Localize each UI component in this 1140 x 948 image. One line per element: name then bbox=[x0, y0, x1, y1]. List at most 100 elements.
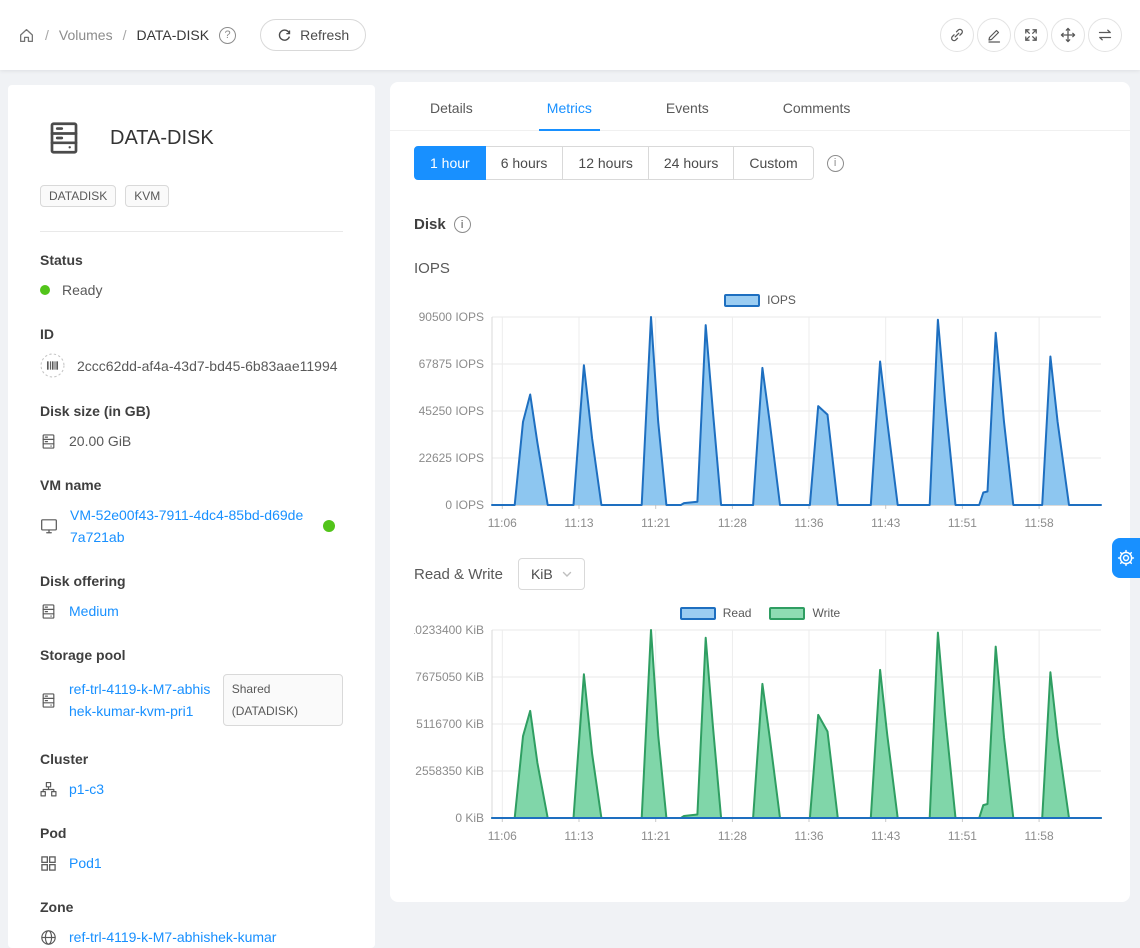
svg-text:45250 IOPS: 45250 IOPS bbox=[419, 404, 484, 418]
range-custom[interactable]: Custom bbox=[733, 146, 813, 180]
pod-link[interactable]: Pod1 bbox=[69, 852, 102, 874]
field-id: ID 2ccc62dd-af4a-43d7-bd45-6b83aae11994 bbox=[40, 326, 343, 378]
fullscreen-icon bbox=[1023, 27, 1039, 43]
svg-text:11:28: 11:28 bbox=[718, 829, 747, 843]
tab-details[interactable]: Details bbox=[414, 82, 489, 130]
tab-comments[interactable]: Comments bbox=[767, 82, 867, 130]
svg-text:11:58: 11:58 bbox=[1025, 829, 1054, 843]
svg-text:11:36: 11:36 bbox=[794, 829, 823, 843]
storage-pool-link[interactable]: ref-trl-4119-k-M7-abhishek-kumar-kvm-pri… bbox=[69, 678, 211, 722]
svg-text:11:13: 11:13 bbox=[564, 516, 593, 530]
chart-legend: Read Write bbox=[414, 604, 1106, 622]
settings-button[interactable] bbox=[1112, 538, 1140, 578]
svg-text:0 KiB: 0 KiB bbox=[455, 811, 484, 825]
globe-icon bbox=[40, 929, 57, 946]
header-actions bbox=[940, 18, 1122, 52]
svg-text:11:58: 11:58 bbox=[1025, 516, 1054, 530]
svg-text:11:43: 11:43 bbox=[871, 829, 900, 843]
disk-offering-link[interactable]: Medium bbox=[69, 600, 119, 622]
svg-text:5116700 KiB: 5116700 KiB bbox=[416, 717, 484, 731]
svg-text:0 IOPS: 0 IOPS bbox=[445, 498, 484, 512]
svg-text:22625 IOPS: 22625 IOPS bbox=[419, 451, 484, 465]
field-vm-name: VM name VM-52e00f43-7911-4dc4-85bd-d69de… bbox=[40, 477, 343, 548]
home-icon[interactable] bbox=[18, 27, 35, 44]
gear-icon bbox=[1117, 549, 1135, 567]
fullscreen-button[interactable] bbox=[1014, 18, 1048, 52]
range-6hours[interactable]: 6 hours bbox=[485, 146, 564, 180]
database-icon bbox=[40, 433, 57, 450]
tag-kvm: KVM bbox=[125, 185, 169, 207]
move-icon bbox=[1060, 27, 1076, 43]
field-cluster: Cluster p1-c3 bbox=[40, 751, 343, 800]
database-icon bbox=[40, 692, 57, 709]
range-12hours[interactable]: 12 hours bbox=[562, 146, 648, 180]
range-1hour[interactable]: 1 hour bbox=[414, 146, 486, 180]
chevron-down-icon bbox=[562, 571, 572, 578]
cluster-icon bbox=[40, 781, 57, 798]
zone-link[interactable]: ref-trl-4119-k-M7-abhishek-kumar bbox=[69, 926, 276, 948]
chart-svg: 0 IOPS 22625 IOPS 45250 IOPS 67875 IOPS 9050… bbox=[414, 309, 1106, 533]
svg-text:11:28: 11:28 bbox=[718, 516, 747, 530]
cluster-link[interactable]: p1-c3 bbox=[69, 778, 104, 800]
info-icon[interactable]: i bbox=[454, 216, 471, 233]
database-icon bbox=[40, 603, 57, 620]
legend-item[interactable]: Write bbox=[769, 606, 840, 620]
svg-text:11:36: 11:36 bbox=[794, 516, 823, 530]
chart-plot: 0 KiB 2558350 KiB 5116700 KiB 7675050 KiB 10… bbox=[414, 622, 1106, 846]
disk-section-title: Disk bbox=[414, 216, 446, 233]
tab-metrics[interactable]: Metrics bbox=[531, 82, 608, 130]
svg-text:10233400 KiB: 10233400 KiB bbox=[414, 623, 484, 637]
legend-item[interactable]: Read bbox=[680, 606, 752, 620]
barcode-icon bbox=[40, 353, 65, 378]
resource-summary-card: DATA-DISK DATADISK KVM Status Ready ID 2… bbox=[8, 85, 375, 948]
field-pod: Pod Pod1 bbox=[40, 825, 343, 874]
reload-icon bbox=[277, 28, 292, 43]
svg-text:2558350 KiB: 2558350 KiB bbox=[415, 764, 484, 778]
iops-chart-title: IOPS bbox=[414, 260, 1106, 277]
svg-text:7675050 KiB: 7675050 KiB bbox=[415, 670, 484, 684]
svg-text:67875 IOPS: 67875 IOPS bbox=[419, 357, 484, 371]
storage-pool-tag: Shared (DATADISK) bbox=[223, 674, 343, 726]
vm-name-link[interactable]: VM-52e00f43-7911-4dc4-85bd-d69de7a721ab bbox=[70, 504, 308, 548]
migrate-button[interactable] bbox=[1088, 18, 1122, 52]
status-value: Ready bbox=[62, 279, 102, 301]
breadcrumb-current: DATA-DISK bbox=[136, 27, 209, 43]
breadcrumb: / Volumes / DATA-DISK ? Refresh bbox=[18, 19, 366, 51]
svg-text:90500 IOPS: 90500 IOPS bbox=[419, 310, 484, 324]
info-icon[interactable]: i bbox=[827, 155, 844, 172]
drag-button[interactable] bbox=[1051, 18, 1085, 52]
breadcrumb-volumes[interactable]: Volumes bbox=[59, 27, 113, 43]
svg-text:11:13: 11:13 bbox=[564, 829, 593, 843]
legend-item[interactable]: IOPS bbox=[724, 293, 796, 307]
status-dot bbox=[40, 285, 50, 295]
appstore-icon bbox=[40, 855, 57, 872]
tag-datadisk: DATADISK bbox=[40, 185, 116, 207]
link-icon bbox=[949, 27, 965, 43]
rw-chart: Read Write 0 KiB 2558350 KiB 5116700 KiB 767… bbox=[414, 604, 1106, 846]
chart-plot: 0 IOPS 22625 IOPS 45250 IOPS 67875 IOPS 9050… bbox=[414, 309, 1106, 533]
field-status: Status Ready bbox=[40, 252, 343, 301]
pencil-icon bbox=[986, 27, 1002, 43]
chart-legend: IOPS bbox=[414, 291, 1106, 309]
field-disk-size: Disk size (in GB) 20.00 GiB bbox=[40, 403, 343, 452]
link-button[interactable] bbox=[940, 18, 974, 52]
edit-button[interactable] bbox=[977, 18, 1011, 52]
refresh-button[interactable]: Refresh bbox=[260, 19, 366, 51]
svg-text:11:21: 11:21 bbox=[641, 829, 670, 843]
svg-text:11:06: 11:06 bbox=[488, 516, 517, 530]
svg-text:11:06: 11:06 bbox=[488, 829, 517, 843]
svg-text:11:51: 11:51 bbox=[948, 516, 977, 530]
tab-events[interactable]: Events bbox=[650, 82, 725, 130]
help-icon[interactable]: ? bbox=[219, 27, 236, 44]
field-disk-offering: Disk offering Medium bbox=[40, 573, 343, 622]
resource-title: DATA-DISK bbox=[110, 127, 214, 150]
divider bbox=[40, 231, 343, 232]
id-value: 2ccc62dd-af4a-43d7-bd45-6b83aae11994 bbox=[77, 355, 338, 377]
iops-chart: IOPS 0 IOPS 22625 IOPS 45250 IOPS 67875 IOP… bbox=[414, 291, 1106, 533]
disk-size-value: 20.00 GiB bbox=[69, 430, 131, 452]
unit-select[interactable]: KiB bbox=[518, 558, 585, 590]
range-24hours[interactable]: 24 hours bbox=[648, 146, 734, 180]
svg-text:11:21: 11:21 bbox=[641, 516, 670, 530]
top-header: / Volumes / DATA-DISK ? Refresh bbox=[0, 0, 1140, 70]
svg-text:11:43: 11:43 bbox=[871, 516, 900, 530]
